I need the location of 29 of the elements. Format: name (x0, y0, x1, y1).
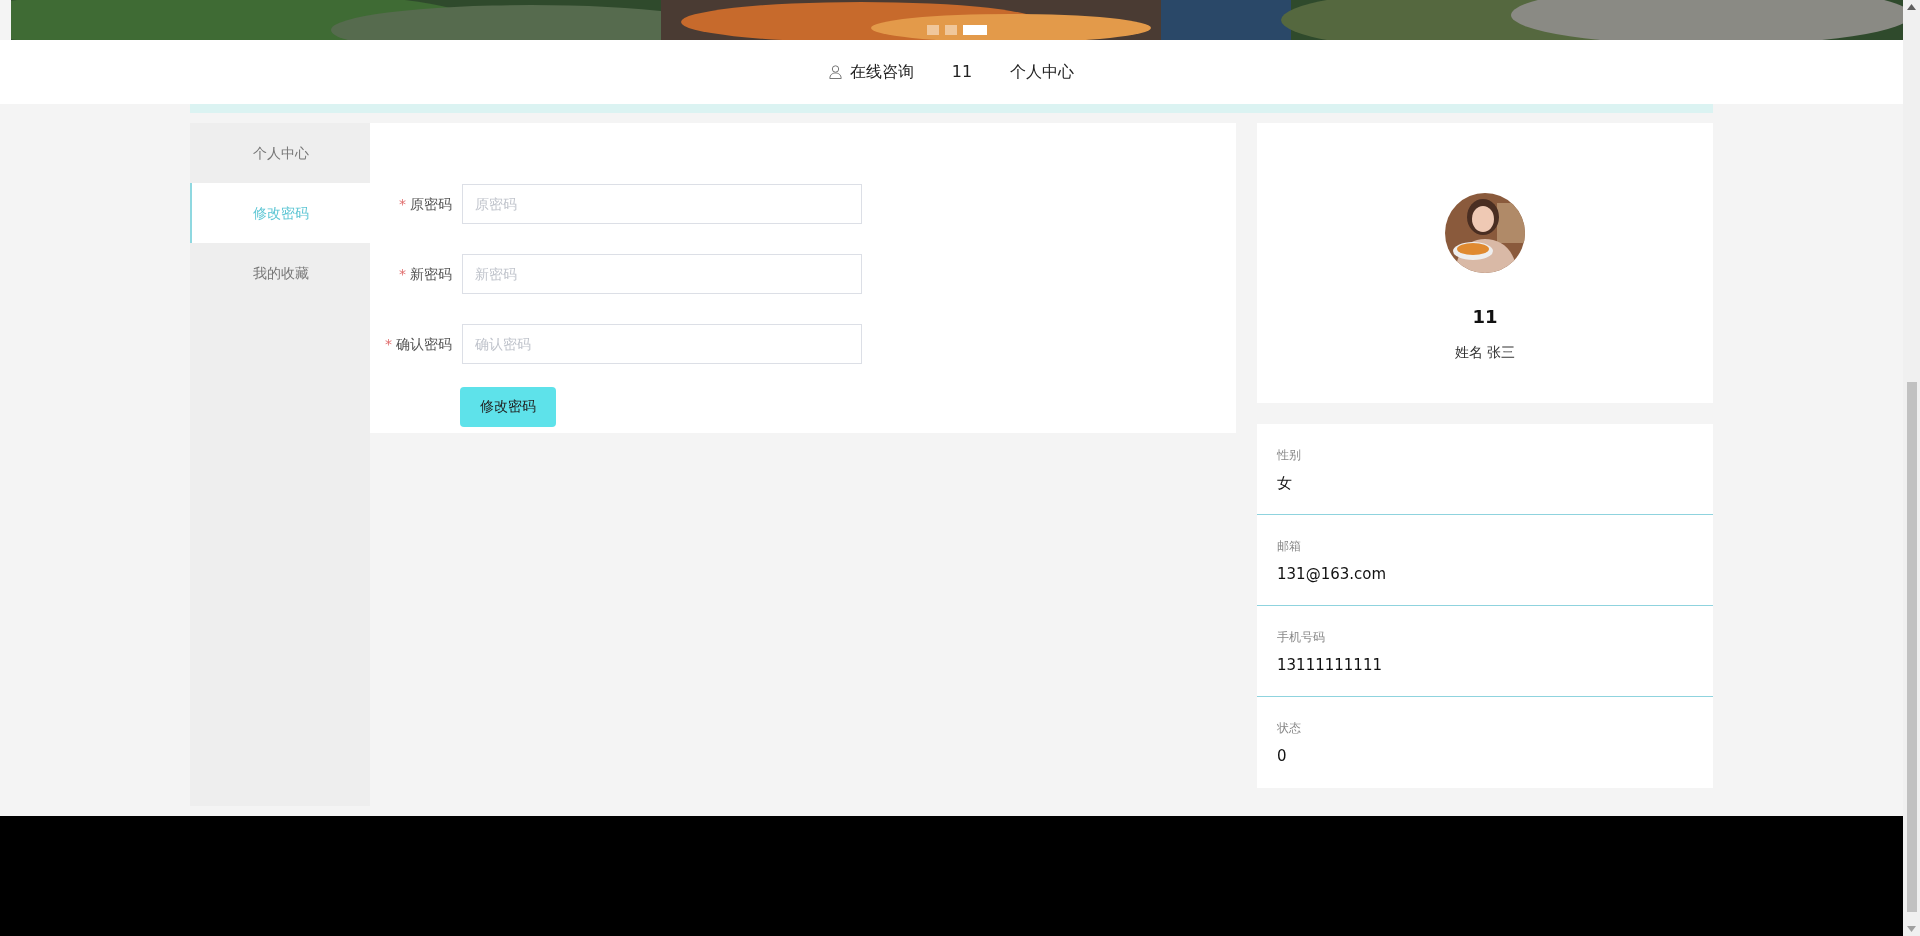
scroll-down-icon[interactable] (1907, 926, 1916, 932)
detail-label: 邮箱 (1277, 538, 1302, 555)
detail-value: 131@163.com (1277, 564, 1388, 585)
username: 11 (1472, 305, 1498, 329)
required-mark: * (399, 265, 406, 282)
required-mark: * (385, 335, 392, 352)
submit-button[interactable]: 修改密码 (460, 386, 556, 427)
detail-label: 性别 (1277, 447, 1302, 464)
nav-link[interactable]: 11 (951, 60, 973, 84)
detail-value: 女 (1277, 473, 1293, 494)
detail-label: 手机号码 (1277, 629, 1326, 646)
input-field[interactable]: 原密码 (462, 184, 862, 224)
input-field[interactable]: 确认密码 (462, 324, 862, 364)
detail-value: 0 (1277, 746, 1288, 767)
scrollbar[interactable] (1903, 0, 1920, 936)
detail-value: 13111111111 (1277, 655, 1383, 676)
detail-label: 状态 (1277, 720, 1302, 737)
name-text: 姓名 张三 (1454, 343, 1516, 362)
sidebar-item[interactable]: 我的收藏 (190, 243, 370, 303)
sidebar-item[interactable]: 个人中心 (190, 123, 370, 183)
field-label: 确认密码 (396, 335, 452, 352)
nav-link[interactable]: 个人中心 (1010, 60, 1075, 84)
scroll-up-icon[interactable] (1907, 4, 1916, 10)
input-field[interactable]: 新密码 (462, 254, 862, 294)
required-mark: * (399, 195, 406, 212)
field-label: 新密码 (410, 265, 452, 282)
field-label: 原密码 (410, 195, 452, 212)
user-icon (828, 65, 842, 79)
nav-link[interactable]: 在线咨询 (849, 60, 914, 84)
